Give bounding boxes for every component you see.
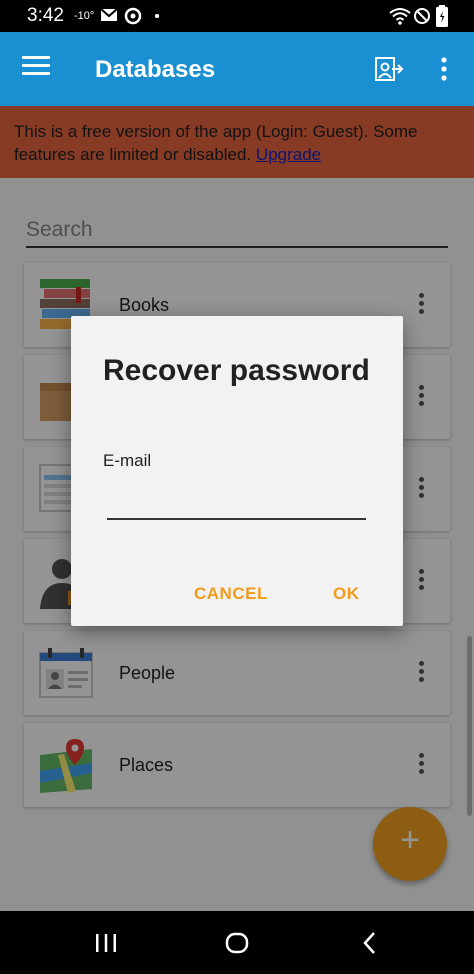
status-time: 3:42 xyxy=(27,5,64,26)
home-icon[interactable] xyxy=(223,929,251,957)
back-icon[interactable] xyxy=(356,929,384,957)
status-bar: 3:42 -10° xyxy=(0,0,474,32)
app-bar-title: Databases xyxy=(95,56,216,83)
wifi-icon xyxy=(389,8,411,25)
email-field[interactable] xyxy=(107,488,366,520)
battery-icon xyxy=(436,5,448,27)
cancel-button[interactable]: CANCEL xyxy=(194,584,268,604)
recover-password-dialog: Recover password E-mail CANCEL OK xyxy=(71,316,403,626)
email-label: E-mail xyxy=(103,451,152,470)
sync-icon xyxy=(124,7,142,25)
login-icon[interactable] xyxy=(374,54,404,84)
app-bar: Databases xyxy=(0,32,474,106)
notification-dot xyxy=(155,14,159,18)
recents-icon[interactable] xyxy=(92,929,120,957)
navigation-bar xyxy=(0,911,474,974)
do-not-disturb-icon xyxy=(414,8,430,24)
hamburger-menu-icon[interactable] xyxy=(22,56,50,82)
more-vert-icon[interactable] xyxy=(432,54,456,84)
gmail-icon xyxy=(100,8,118,21)
status-temperature: -10° xyxy=(74,10,95,22)
ok-button[interactable]: OK xyxy=(333,584,360,604)
dialog-title: Recover password xyxy=(103,354,370,387)
